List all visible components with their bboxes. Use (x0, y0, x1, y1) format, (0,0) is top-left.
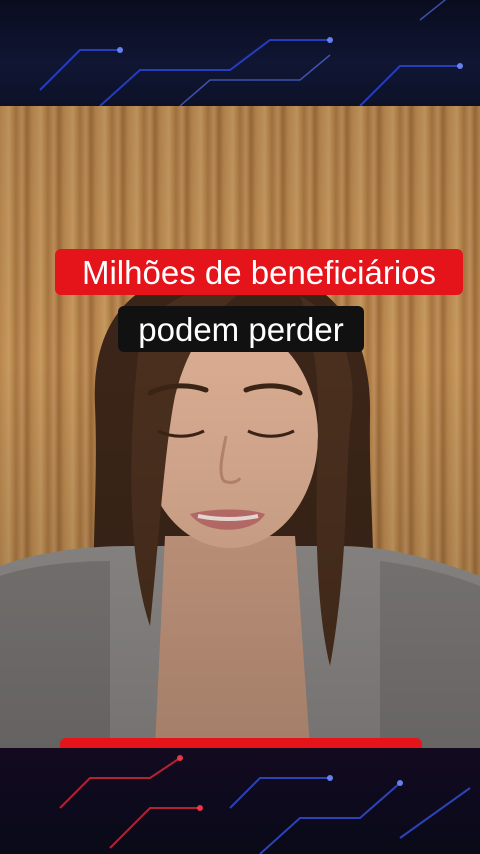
top-decorative-band (0, 0, 480, 106)
circuit-lines-top (39, 0, 463, 106)
video-frame[interactable]: Milhões de beneficiários podem perder o … (0, 106, 480, 748)
caption-line-3: o BPC LOAS em 2025 (60, 738, 422, 748)
bottom-decorative-band (0, 748, 480, 854)
caption-line-2: podem perder (118, 306, 364, 352)
caption-line-1: Milhões de beneficiários (55, 249, 463, 295)
speaker-figure (0, 266, 480, 748)
circuit-lines-bottom (59, 755, 471, 854)
